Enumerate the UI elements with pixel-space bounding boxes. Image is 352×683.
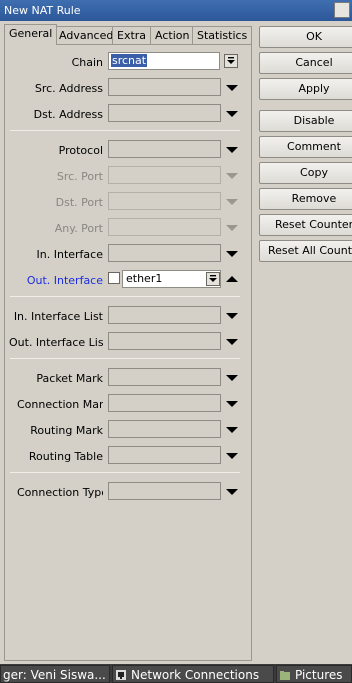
out-interface-collapse-icon[interactable] (226, 274, 238, 284)
routing-mark-arrow-icon[interactable] (226, 425, 238, 435)
out-interface-label: Out. Interface (26, 274, 103, 287)
src-port-input (108, 166, 221, 184)
packet-mark-input[interactable] (108, 368, 221, 386)
protocol-label: Protocol (58, 144, 103, 157)
out-interface-list-input[interactable] (108, 332, 221, 350)
dst-port-label: Dst. Port (55, 196, 103, 209)
src-port-arrow-icon (226, 173, 238, 179)
taskbar-item-pictures[interactable]: Pictures (276, 665, 352, 683)
any-port-input (108, 218, 221, 236)
dst-port-arrow-icon (226, 199, 238, 205)
in-interface-list-input[interactable] (108, 306, 221, 324)
chain-value: srcnat (111, 54, 148, 67)
chain-dropdown-button[interactable] (224, 54, 238, 68)
copy-button[interactable]: Copy (259, 162, 352, 184)
close-icon[interactable] (334, 2, 350, 18)
tab-statistics[interactable]: Statistics (192, 26, 253, 44)
taskbar-item-network-connections[interactable]: Network Connections (112, 665, 274, 683)
src-port-label: Src. Port (56, 170, 103, 183)
out-interface-dropdown-button[interactable] (206, 272, 220, 286)
any-port-label: Any. Port (54, 222, 103, 235)
connection-type-input[interactable] (108, 482, 221, 500)
routing-table-arrow-icon[interactable] (226, 451, 238, 461)
in-interface-label: In. Interface (36, 248, 103, 261)
out-interface-list-label: Out. Interface List (9, 336, 103, 349)
tab-advanced[interactable]: Advanced (54, 26, 119, 44)
routing-table-input[interactable] (108, 446, 221, 464)
src-address-label: Src. Address (34, 82, 103, 95)
in-interface-input[interactable] (108, 244, 221, 262)
reset-counters-button[interactable]: Reset Counters (259, 214, 352, 236)
taskbar-item-label: Network Connections (131, 668, 260, 682)
in-interface-arrow-icon[interactable] (226, 249, 238, 259)
taskbar-item-winbox[interactable]: ger: Veni Siswa... (0, 665, 110, 683)
connection-mark-arrow-icon[interactable] (226, 399, 238, 409)
any-port-arrow-icon (226, 225, 238, 231)
src-address-input[interactable] (108, 78, 221, 96)
routing-mark-input[interactable] (108, 420, 221, 438)
reset-all-counters-button[interactable]: Reset All Counters (259, 240, 352, 262)
separator (10, 358, 240, 359)
window-titlebar[interactable]: New NAT Rule (0, 0, 352, 21)
connection-mark-label: Connection Mark (17, 398, 103, 411)
out-interface-value: ether1 (126, 272, 163, 285)
dst-port-input (108, 192, 221, 210)
taskbar-item-label: Pictures (295, 668, 343, 682)
protocol-input[interactable] (108, 140, 221, 158)
packet-mark-arrow-icon[interactable] (226, 373, 238, 383)
protocol-arrow-icon[interactable] (226, 145, 238, 155)
cancel-button[interactable]: Cancel (259, 52, 352, 74)
tab-general[interactable]: General (4, 24, 58, 45)
separator (10, 296, 240, 297)
apply-button[interactable]: Apply (259, 78, 352, 100)
separator (10, 472, 240, 473)
tab-extra[interactable]: Extra (112, 26, 152, 44)
taskbar-item-label: ger: Veni Siswa... (3, 668, 106, 682)
chevron-down-icon (209, 275, 217, 282)
routing-mark-label: Routing Mark (30, 424, 103, 437)
packet-mark-label: Packet Mark (36, 372, 103, 385)
comment-button[interactable]: Comment (259, 136, 352, 158)
dst-address-arrow-icon[interactable] (226, 109, 238, 119)
out-interface-negate-checkbox[interactable] (108, 272, 120, 284)
dst-address-label: Dst. Address (33, 108, 103, 121)
remove-button[interactable]: Remove (259, 188, 352, 210)
out-interface-list-arrow-icon[interactable] (226, 337, 238, 347)
separator (10, 130, 240, 131)
src-address-arrow-icon[interactable] (226, 83, 238, 93)
taskbar: ger: Veni Siswa... Network Connections P… (0, 664, 352, 683)
network-icon (116, 670, 126, 680)
dst-address-input[interactable] (108, 104, 221, 122)
connection-type-arrow-icon[interactable] (226, 487, 238, 497)
in-interface-list-arrow-icon[interactable] (226, 311, 238, 321)
in-interface-list-label: In. Interface List (13, 310, 103, 323)
routing-table-label: Routing Table (28, 450, 103, 463)
tab-action[interactable]: Action (150, 26, 195, 44)
chain-label: Chain (71, 56, 103, 69)
chevron-down-icon (227, 57, 235, 64)
chain-select[interactable]: srcnat (108, 52, 220, 70)
disable-button[interactable]: Disable (259, 110, 352, 132)
folder-icon (280, 671, 290, 680)
connection-type-label: Connection Type (17, 486, 103, 499)
connection-mark-input[interactable] (108, 394, 221, 412)
ok-button[interactable]: OK (259, 26, 352, 48)
window-title: New NAT Rule (4, 4, 81, 17)
general-panel (4, 44, 252, 661)
